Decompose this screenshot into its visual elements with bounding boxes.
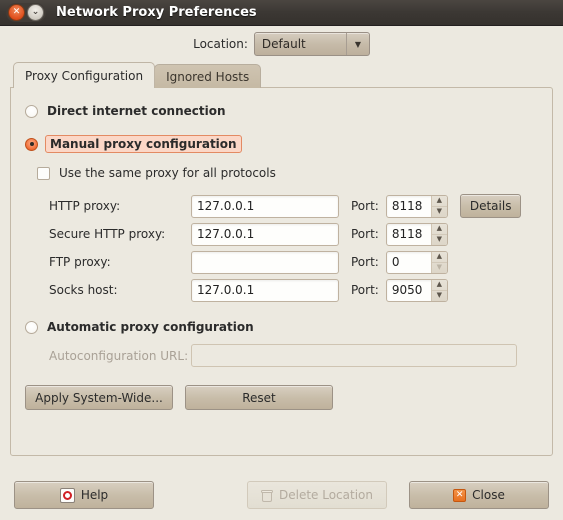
secure-http-proxy-host-input[interactable]: 127.0.0.1 [191,222,339,246]
socks-port-spinner[interactable]: 9050 ▲ ▼ [385,278,448,302]
window-titlebar: ✕ ⌄ Network Proxy Preferences [0,0,563,26]
spinner-down-icon[interactable]: ▼ [431,205,447,217]
socks-host-input[interactable]: 127.0.0.1 [191,278,339,302]
button-label: Details [469,199,512,213]
option-label: Use the same proxy for all protocols [59,166,276,180]
option-automatic-proxy-configuration[interactable]: Automatic proxy configuration [25,320,538,334]
ftp-proxy-port-spinner[interactable]: 0 ▲ ▼ [385,250,448,274]
tab-strip: Proxy Configuration Ignored Hosts [10,62,553,88]
help-lifebuoy-icon [59,487,75,503]
radio-automatic-proxy-configuration[interactable] [25,320,38,334]
location-label: Location: [193,37,248,51]
field-label: Secure HTTP proxy: [49,227,166,241]
spinner-up-icon[interactable]: ▲ [432,252,447,262]
tab-ignored-hosts[interactable]: Ignored Hosts [154,64,262,88]
port-label: Port: [351,199,379,213]
field-row-http-proxy: HTTP proxy: 127.0.0.1 Port: 8118 ▲ ▼ Det… [49,192,538,220]
dialog-action-area: Help Delete Location ✕ Close [0,470,563,520]
spinner-up-icon[interactable]: ▲ [432,196,447,206]
port-label: Port: [351,255,379,269]
tab-label: Ignored Hosts [166,69,250,84]
input-value: 127.0.0.1 [197,227,255,241]
spinner-value: 8118 [391,227,423,241]
spinner-down-icon[interactable]: ▼ [431,233,447,245]
delete-location-button: Delete Location [247,481,387,509]
option-use-same-proxy[interactable]: Use the same proxy for all protocols [37,166,538,180]
radio-direct-internet-connection[interactable] [25,104,38,118]
autoconfiguration-url-input [191,344,517,367]
tab-proxy-configuration[interactable]: Proxy Configuration [13,62,156,88]
spinner-up-icon[interactable]: ▲ [432,224,447,234]
input-value: 127.0.0.1 [197,199,255,213]
field-label: HTTP proxy: [49,199,121,213]
http-proxy-port-spinner[interactable]: 8118 ▲ ▼ [385,194,448,218]
spinner-buttons[interactable]: ▲ ▼ [430,251,447,273]
spinner-value: 0 [391,255,400,269]
option-label: Manual proxy configuration [45,135,242,153]
ftp-proxy-host-input[interactable] [191,250,339,274]
http-proxy-host-input[interactable]: 127.0.0.1 [191,194,339,218]
automatic-proxy-section: Automatic proxy configuration Autoconfig… [25,320,538,367]
location-row: Location: Default ▼ [0,26,563,62]
spinner-value: 9050 [391,283,423,297]
proxy-fields: HTTP proxy: 127.0.0.1 Port: 8118 ▲ ▼ Det… [49,192,538,304]
proxy-configuration-panel: Direct internet connection Manual proxy … [10,87,553,456]
button-label: Delete Location [279,488,373,502]
option-manual-proxy-configuration[interactable]: Manual proxy configuration [25,135,538,153]
trash-icon [261,489,273,502]
window-close-button[interactable]: ✕ [8,4,25,21]
checkbox-use-same-proxy[interactable] [37,166,50,180]
autoconfiguration-url-label: Autoconfiguration URL: [49,348,189,363]
port-label: Port: [351,283,379,297]
window-menu-button[interactable]: ⌄ [27,4,44,21]
secure-http-proxy-port-spinner[interactable]: 8118 ▲ ▼ [385,222,448,246]
apply-system-wide-button[interactable]: Apply System-Wide... [25,385,173,410]
input-value: 127.0.0.1 [197,283,255,297]
chevron-down-icon: ▼ [345,33,369,55]
radio-manual-proxy-configuration[interactable] [25,137,38,151]
option-direct-internet-connection[interactable]: Direct internet connection [25,104,538,118]
spinner-buttons[interactable]: ▲ ▼ [430,279,447,301]
autoconfiguration-url-row: Autoconfiguration URL: [49,344,538,367]
spinner-buttons[interactable]: ▲ ▼ [430,223,447,245]
spinner-down-icon: ▼ [431,261,447,273]
window-controls: ✕ ⌄ [6,3,46,22]
close-circle-icon: ✕ [12,7,21,17]
close-button[interactable]: ✕ Close [409,481,549,509]
tab-label: Proxy Configuration [25,68,144,83]
button-label: Apply System-Wide... [35,390,163,405]
notebook: Proxy Configuration Ignored Hosts Direct… [10,62,553,456]
field-label: FTP proxy: [49,255,111,269]
field-row-ftp-proxy: FTP proxy: Port: 0 ▲ ▼ [49,248,538,276]
field-row-socks-host: Socks host: 127.0.0.1 Port: 9050 ▲ ▼ [49,276,538,304]
location-combobox[interactable]: Default ▼ [253,32,370,56]
details-button[interactable]: Details [459,194,522,218]
spinner-up-icon[interactable]: ▲ [432,280,447,290]
spinner-down-icon[interactable]: ▼ [431,289,447,301]
location-selected-value: Default [261,37,306,51]
panel-action-row: Apply System-Wide... Reset [25,385,538,410]
field-row-secure-http-proxy: Secure HTTP proxy: 127.0.0.1 Port: 8118 … [49,220,538,248]
close-x-icon: ✕ [453,488,467,502]
button-label: Close [472,488,505,502]
spinner-buttons[interactable]: ▲ ▼ [430,195,447,217]
help-button[interactable]: Help [14,481,154,509]
button-label: Reset [242,390,276,405]
field-label: Socks host: [49,283,118,297]
button-label: Help [80,488,109,502]
spinner-value: 8118 [391,199,423,213]
reset-button[interactable]: Reset [185,385,333,410]
port-label: Port: [351,227,379,241]
chevron-down-circle-icon: ⌄ [31,7,40,17]
window-title: Network Proxy Preferences [56,5,257,20]
option-label: Direct internet connection [47,104,226,118]
option-label: Automatic proxy configuration [47,320,254,334]
